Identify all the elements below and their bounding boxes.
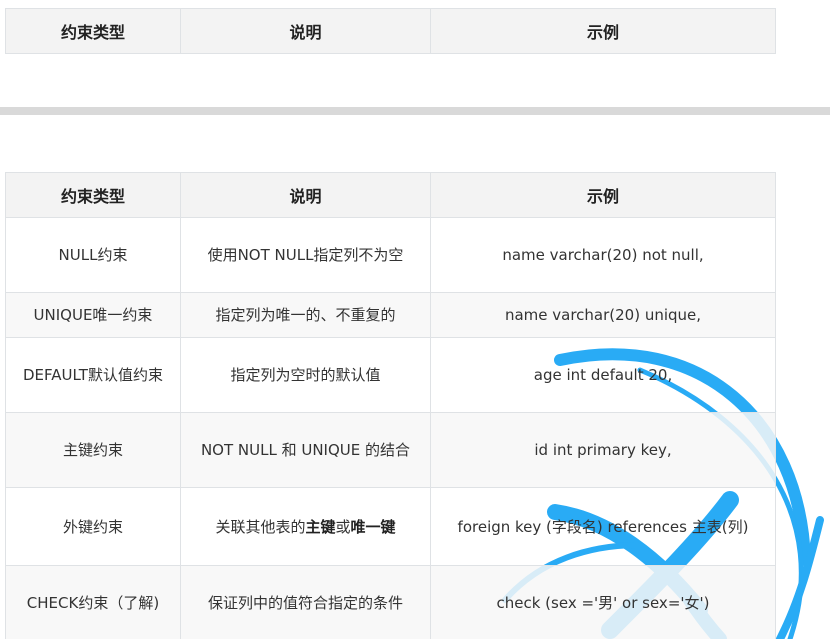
cell-constraint-type: 外键约束 <box>5 487 181 566</box>
table-row: UNIQUE唯一约束 指定列为唯一的、不重复的 name varchar(20)… <box>5 292 776 338</box>
cell-description: 指定列为唯一的、不重复的 <box>180 292 431 338</box>
description-emphasis-unique-key: 唯一键 <box>350 517 396 536</box>
header-constraint-type: 约束类型 <box>5 8 181 54</box>
table-row: NULL约束 使用NOT NULL指定列不为空 name varchar(20)… <box>5 217 776 293</box>
header-example: 示例 <box>430 172 776 218</box>
cell-constraint-type: DEFAULT默认值约束 <box>5 337 181 413</box>
cell-example: id int primary key, <box>430 412 776 488</box>
table-row: 外键约束 关联其他表的主键或唯一键 foreign key (字段名) refe… <box>5 487 776 566</box>
description-text: 关联其他表的 <box>215 517 306 536</box>
top-table-header-row: 约束类型 说明 示例 <box>5 8 776 54</box>
cell-constraint-type: UNIQUE唯一约束 <box>5 292 181 338</box>
cell-description: 保证列中的值符合指定的条件 <box>180 565 431 639</box>
page: 约束类型 说明 示例 约束类型 说明 示例 NULL约束 使用NOT NULL指… <box>0 0 830 639</box>
header-example: 示例 <box>430 8 776 54</box>
header-constraint-type: 约束类型 <box>5 172 181 218</box>
cell-description: 使用NOT NULL指定列不为空 <box>180 217 431 293</box>
section-separator <box>0 107 830 115</box>
header-description: 说明 <box>180 8 431 54</box>
cell-example: check (sex ='男' or sex='女') <box>430 565 776 639</box>
cell-constraint-type: CHECK约束（了解) <box>5 565 181 639</box>
header-description: 说明 <box>180 172 431 218</box>
cell-constraint-type: NULL约束 <box>5 217 181 293</box>
cell-example: name varchar(20) unique, <box>430 292 776 338</box>
cell-description: 指定列为空时的默认值 <box>180 337 431 413</box>
constraints-table: 约束类型 说明 示例 NULL约束 使用NOT NULL指定列不为空 name … <box>5 172 776 639</box>
cell-example: age int default 20, <box>430 337 776 413</box>
description-emphasis-primary-key: 主键 <box>305 517 336 536</box>
cell-example: name varchar(20) not null, <box>430 217 776 293</box>
top-table: 约束类型 说明 示例 <box>5 8 776 54</box>
table-row: DEFAULT默认值约束 指定列为空时的默认值 age int default … <box>5 337 776 413</box>
cell-constraint-type: 主键约束 <box>5 412 181 488</box>
cell-description: NOT NULL 和 UNIQUE 的结合 <box>180 412 431 488</box>
description-text: 或 <box>335 517 351 536</box>
table-header-row: 约束类型 说明 示例 <box>5 172 776 218</box>
table-row: CHECK约束（了解) 保证列中的值符合指定的条件 check (sex ='男… <box>5 565 776 639</box>
table-row: 主键约束 NOT NULL 和 UNIQUE 的结合 id int primar… <box>5 412 776 488</box>
cell-example: foreign key (字段名) references 主表(列) <box>430 487 776 566</box>
cell-description: 关联其他表的主键或唯一键 <box>180 487 431 566</box>
